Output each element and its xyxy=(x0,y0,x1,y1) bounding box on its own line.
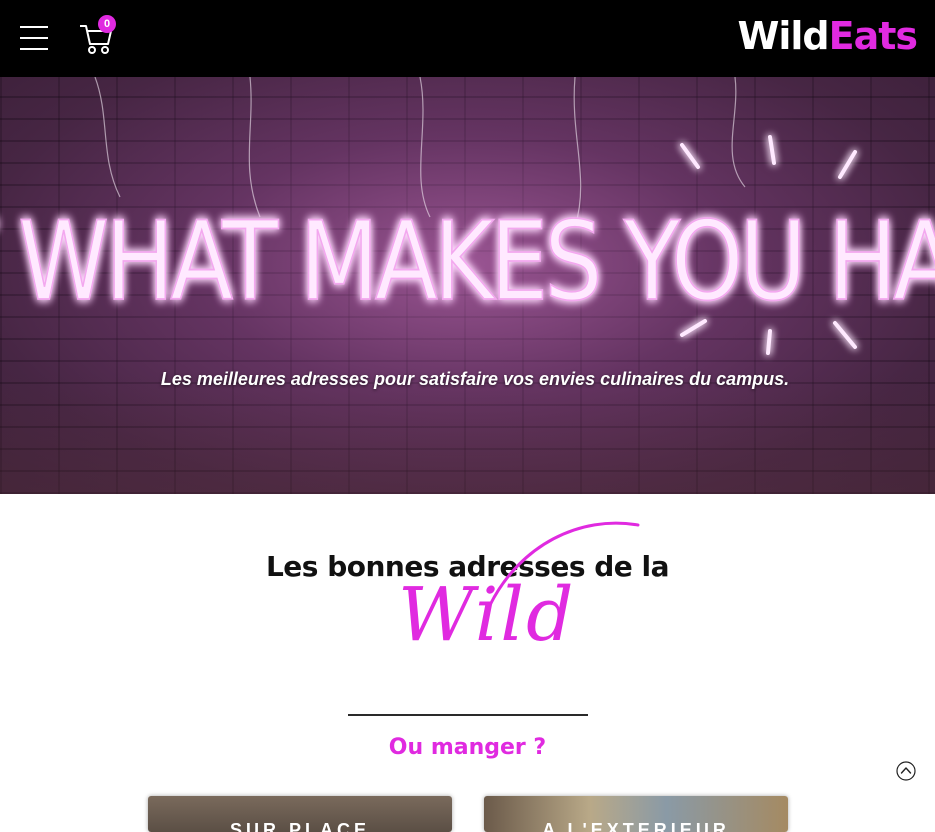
exterieur-card[interactable]: A L'EXTERIEUR xyxy=(484,796,788,832)
chevron-up-circle-icon[interactable] xyxy=(896,761,916,781)
wild-script-title: Wild xyxy=(398,521,640,658)
hamburger-bar xyxy=(20,26,48,28)
cart-button[interactable]: 0 xyxy=(78,15,118,58)
cart-count-badge: 0 xyxy=(98,15,116,33)
card-label: SUR PLACE xyxy=(229,820,370,832)
where-to-eat-heading: Ou manger ? xyxy=(388,735,547,760)
hero-banner: EAT WHAT MAKES YOU HAPPY Les meilleures … xyxy=(0,77,935,494)
logo-wild-text: Wild xyxy=(737,14,829,58)
sur-place-card[interactable]: SUR PLACE xyxy=(148,796,452,832)
hamburger-bar xyxy=(20,37,48,39)
logo-eats-text: Eats xyxy=(828,14,918,58)
top-navbar: 0 WildEats xyxy=(0,0,935,77)
hamburger-menu-button[interactable] xyxy=(20,26,48,50)
hamburger-bar xyxy=(20,48,48,50)
card-label: A L'EXTERIEUR xyxy=(542,820,730,832)
wild-script-word: Wild xyxy=(398,572,575,658)
site-logo[interactable]: WildEats xyxy=(737,14,918,58)
neon-sign-text: EAT WHAT MAKES YOU HAPPY xyxy=(0,199,935,325)
section-divider xyxy=(348,714,588,716)
hero-tagline: Les meilleures adresses pour satisfaire … xyxy=(160,369,790,389)
neon-sign-image: EAT WHAT MAKES YOU HAPPY xyxy=(0,77,935,355)
